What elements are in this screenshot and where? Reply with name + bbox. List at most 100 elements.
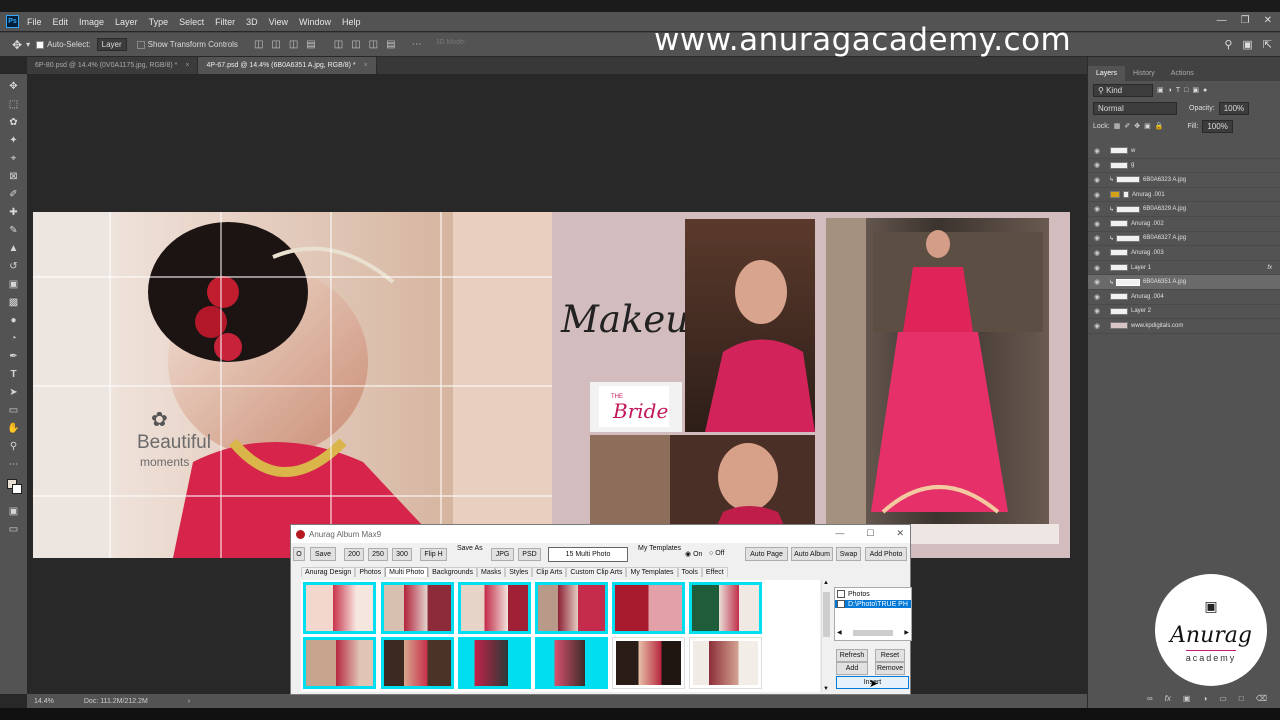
swap-button[interactable]: Swap — [836, 547, 861, 561]
template-thumbnail[interactable] — [458, 637, 531, 689]
filter-smart-icon[interactable]: ▣ — [1192, 86, 1199, 94]
adjustment-icon[interactable]: ◑ — [1202, 694, 1207, 703]
type-tool-icon[interactable]: T — [6, 366, 22, 382]
align-justify-icon[interactable]: ▤ — [306, 39, 315, 50]
eye-icon[interactable]: ◉ — [1094, 161, 1103, 169]
layer-row[interactable]: ◉ g — [1088, 159, 1280, 174]
template-thumbnail[interactable] — [535, 582, 608, 634]
quick-mask-icon[interactable]: ▣ — [6, 503, 22, 519]
menu-select[interactable]: Select — [179, 17, 204, 27]
background-color[interactable] — [11, 484, 22, 494]
menu-view[interactable]: View — [269, 17, 288, 27]
auto-select-checkbox[interactable]: Auto-Select: — [36, 40, 91, 49]
blur-tool-icon[interactable]: ● — [6, 312, 22, 328]
menu-edit[interactable]: Edit — [53, 17, 69, 27]
o-button[interactable]: O — [293, 547, 305, 561]
distribute-icon[interactable]: ▤ — [386, 39, 395, 50]
maximize-icon[interactable]: ☐ — [866, 528, 874, 539]
chevron-down-icon[interactable]: ▾ — [26, 40, 30, 49]
search-icon[interactable]: ⚲ — [1224, 38, 1232, 51]
remove-button[interactable]: Remove — [875, 662, 905, 675]
scroll-down-icon[interactable]: ▼ — [823, 686, 829, 692]
stamp-tool-icon[interactable]: ▲ — [6, 240, 22, 256]
menu-window[interactable]: Window — [299, 17, 331, 27]
move-tool-icon[interactable]: ✥ — [6, 78, 22, 94]
layer-row[interactable]: ◉ ↳ 6B0A6327 A.jpg — [1088, 232, 1280, 247]
zoom-level[interactable]: 14.4% — [34, 698, 54, 705]
layer-row[interactable]: ◉ Anurag .002 — [1088, 217, 1280, 232]
brush-tool-icon[interactable]: ✎ — [6, 222, 22, 238]
template-thumbnail[interactable] — [689, 637, 762, 689]
save-button[interactable]: Save — [310, 547, 336, 561]
color-swatches[interactable] — [5, 477, 23, 495]
filter-type-icon[interactable]: T — [1176, 87, 1180, 94]
lock-pixels-icon[interactable]: ▦ — [1114, 122, 1121, 130]
minimize-icon[interactable]: — — [835, 528, 844, 539]
align-top-icon[interactable]: ◫ — [334, 39, 343, 50]
tab-backgrounds[interactable]: Backgrounds — [428, 567, 477, 577]
layer-row[interactable]: ◉ w — [1088, 144, 1280, 159]
new-layer-icon[interactable]: □ — [1239, 694, 1244, 703]
menu-file[interactable]: File — [27, 17, 42, 27]
template-thumbnail[interactable] — [612, 582, 685, 634]
tab-anurag-design[interactable]: Anurag Design — [301, 567, 356, 577]
layer-row-selected[interactable]: ◉ ↳ 6B0A6351 A.jpg — [1088, 275, 1280, 290]
transform-controls-checkbox[interactable]: Show Transform Controls — [136, 40, 238, 49]
menu-layer[interactable]: Layer — [115, 17, 138, 27]
eye-icon[interactable]: ◉ — [1094, 234, 1103, 242]
layer-row[interactable]: ◉ Anurag .001 — [1088, 188, 1280, 203]
eye-icon[interactable]: ◉ — [1094, 249, 1103, 257]
crop-tool-icon[interactable]: ⌖ — [6, 150, 22, 166]
template-thumbnail[interactable] — [612, 637, 685, 689]
layer-row[interactable]: ◉ Layer 2 — [1088, 305, 1280, 320]
align-left-icon[interactable]: ◫ — [254, 39, 263, 50]
on-radio[interactable]: ◉ On — [685, 550, 702, 559]
template-thumbnail[interactable] — [303, 582, 376, 634]
psd-button[interactable]: PSD — [518, 548, 541, 561]
layer-row[interactable]: ◉ www.kpdigitals.com — [1088, 319, 1280, 334]
align-bottom-icon[interactable]: ◫ — [369, 39, 378, 50]
trash-icon[interactable]: ⌫ — [1256, 694, 1267, 703]
lock-move-icon[interactable]: ✥ — [1134, 122, 1140, 130]
mask-icon[interactable]: ▣ — [1183, 694, 1191, 703]
flip-h-button[interactable]: Flip H — [420, 548, 447, 561]
add-button[interactable]: Add — [836, 662, 868, 675]
menu-image[interactable]: Image — [79, 17, 104, 27]
eye-icon[interactable]: ◉ — [1094, 176, 1103, 184]
tab-actions[interactable]: Actions — [1163, 66, 1202, 81]
tab-effect[interactable]: Effect — [701, 567, 728, 577]
zoom-tool-icon[interactable]: ⚲ — [6, 438, 22, 454]
marquee-tool-icon[interactable]: ⬚ — [6, 96, 22, 112]
layer-row[interactable]: ◉ Layer 1 fx — [1088, 261, 1280, 276]
eye-icon[interactable]: ◉ — [1094, 191, 1103, 199]
template-thumbnail[interactable] — [381, 637, 454, 689]
kind-dropdown[interactable]: ⚲ Kind — [1093, 83, 1153, 97]
more-icon[interactable]: ⋯ — [412, 39, 422, 50]
restore-icon[interactable]: ❐ — [1241, 15, 1250, 26]
reset-button[interactable]: Reset — [875, 649, 905, 662]
tab-masks[interactable]: Masks — [477, 567, 506, 577]
tab-document-2[interactable]: 4P-67.psd @ 14.4% (6B0A6351 A.jpg, RGB/8… — [198, 57, 377, 74]
frame-tool-icon[interactable]: ⊠ — [6, 168, 22, 184]
eraser-tool-icon[interactable]: ▣ — [6, 276, 22, 292]
lock-all-icon[interactable]: 🔒 — [1155, 122, 1164, 130]
lock-artboard-icon[interactable]: ▣ — [1144, 122, 1151, 130]
template-thumbnail[interactable] — [381, 582, 454, 634]
minimize-icon[interactable]: — — [1217, 15, 1227, 26]
eye-icon[interactable]: ◉ — [1094, 147, 1103, 155]
layer-row[interactable]: ◉ ↳ 6B0A6329 A.jpg — [1088, 202, 1280, 217]
menu-help[interactable]: Help — [342, 17, 361, 27]
eye-icon[interactable]: ◉ — [1094, 322, 1103, 330]
workspace-icon[interactable]: ▣ — [1242, 38, 1252, 51]
shape-tool-icon[interactable]: ▭ — [6, 402, 22, 418]
scroll-right-icon[interactable]: ▶ — [904, 629, 909, 636]
jpg-button[interactable]: JPG — [491, 548, 514, 561]
menu-type[interactable]: Type — [149, 17, 169, 27]
fx-icon[interactable]: fx — [1267, 265, 1272, 271]
fx-icon[interactable]: fx — [1165, 694, 1171, 703]
move-tool-icon[interactable]: ✥ — [12, 38, 22, 52]
hand-tool-icon[interactable]: ✋ — [6, 420, 22, 436]
thumbnail-scrollbar[interactable]: ▲ ▼ — [821, 580, 830, 692]
close-tab-icon[interactable]: × — [185, 62, 189, 69]
status-arrow-icon[interactable]: › — [188, 698, 190, 705]
